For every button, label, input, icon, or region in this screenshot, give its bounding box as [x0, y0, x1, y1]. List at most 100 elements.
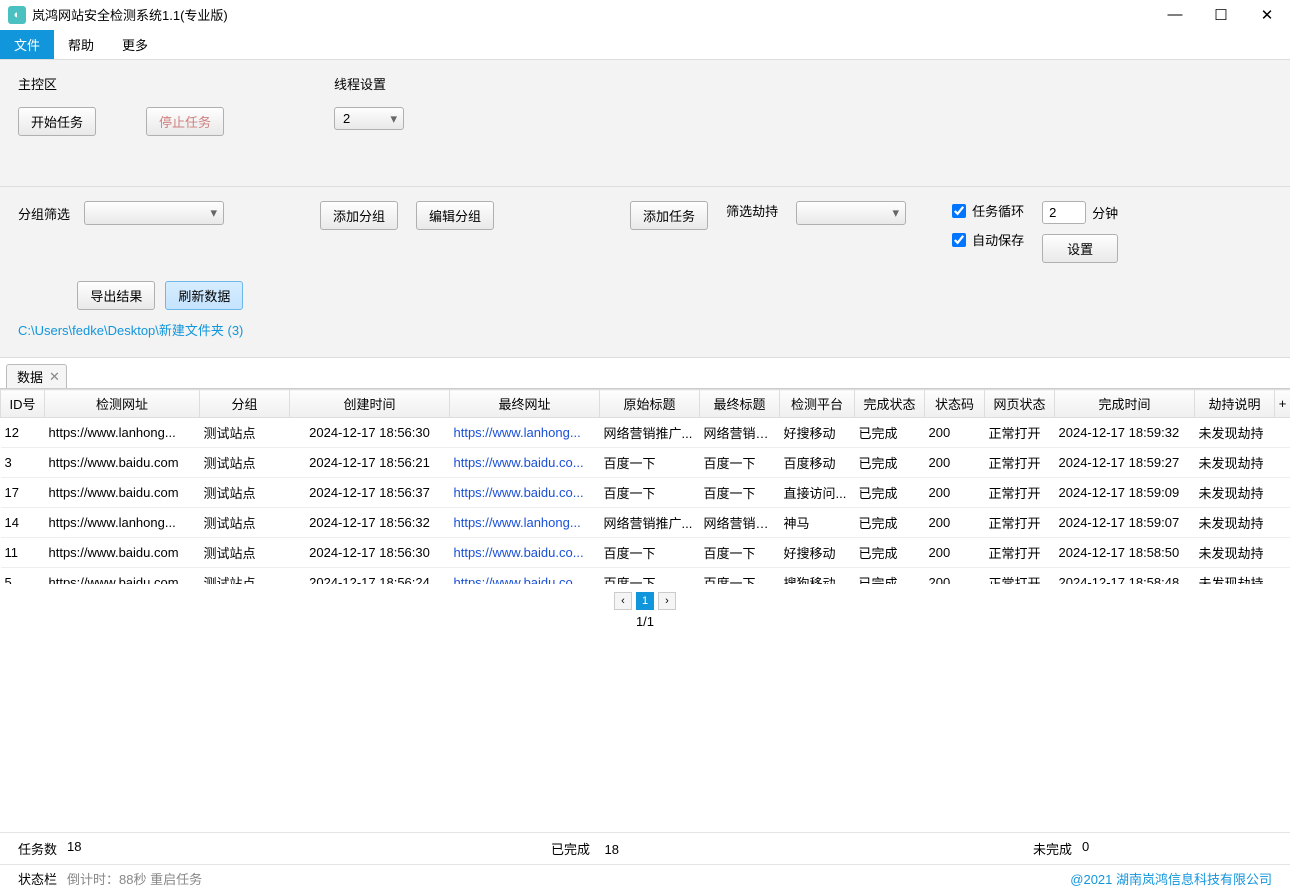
- cell: 测试站点: [200, 418, 290, 448]
- tab-data[interactable]: 数据 ✕: [6, 364, 67, 388]
- table-row[interactable]: 12https://www.lanhong...测试站点2024-12-17 1…: [1, 418, 1290, 448]
- cell: 网络营销推广...: [700, 508, 780, 538]
- col-header[interactable]: 创建时间: [290, 390, 450, 418]
- pager-prev-button[interactable]: ‹: [614, 592, 632, 610]
- cell: 3: [1, 448, 45, 478]
- cell: https://www.lanhong...: [45, 508, 200, 538]
- add-group-button[interactable]: 添加分组: [320, 201, 398, 230]
- cell: https://www.baidu.co...: [450, 538, 600, 568]
- cell: 2024-12-17 18:59:07: [1055, 508, 1195, 538]
- toolbar-main: 主控区 开始任务 停止任务 线程设置 2: [0, 60, 1290, 187]
- app-logo-icon: ◐: [8, 6, 26, 24]
- statusbar-label: 状态栏: [18, 869, 57, 888]
- col-header[interactable]: 完成状态: [855, 390, 925, 418]
- group-filter-label: 分组筛选: [18, 204, 70, 223]
- cell: 测试站点: [200, 538, 290, 568]
- cell: 2024-12-17 18:56:21: [290, 448, 450, 478]
- cell: 未发现劫持: [1195, 478, 1275, 508]
- cell: 200: [925, 448, 985, 478]
- col-header[interactable]: 检测网址: [45, 390, 200, 418]
- pending-count: 0: [1082, 839, 1112, 858]
- start-task-button[interactable]: 开始任务: [18, 107, 96, 136]
- col-header[interactable]: 状态码: [925, 390, 985, 418]
- col-header[interactable]: ID号: [1, 390, 45, 418]
- close-button[interactable]: ✕: [1244, 0, 1290, 30]
- cell: 2024-12-17 18:59:09: [1055, 478, 1195, 508]
- pager-page-1[interactable]: 1: [636, 592, 654, 610]
- cell: 正常打开: [985, 478, 1055, 508]
- cell: 200: [925, 538, 985, 568]
- menu-more[interactable]: 更多: [108, 30, 162, 59]
- table-row[interactable]: 17https://www.baidu.com测试站点2024-12-17 18…: [1, 478, 1290, 508]
- toolbar-filters: 分组筛选 添加分组 编辑分组 添加任务 筛选劫持 任务循环 自动保存 分钟 设置…: [0, 187, 1290, 358]
- cell: https://www.lanhong...: [450, 418, 600, 448]
- maximize-button[interactable]: ☐: [1198, 0, 1244, 30]
- status-summary: 任务数18 已完成 18 未完成0: [0, 832, 1290, 864]
- cell: 正常打开: [985, 568, 1055, 585]
- col-header[interactable]: 完成时间: [1055, 390, 1195, 418]
- main-control-label: 主控区: [18, 74, 224, 93]
- task-loop-checkbox[interactable]: 任务循环: [952, 201, 1024, 220]
- pager-next-button[interactable]: ›: [658, 592, 676, 610]
- table-row[interactable]: 11https://www.baidu.com测试站点2024-12-17 18…: [1, 538, 1290, 568]
- cell: 未发现劫持: [1195, 538, 1275, 568]
- table-row[interactable]: 14https://www.lanhong...测试站点2024-12-17 1…: [1, 508, 1290, 538]
- cell: 已完成: [855, 538, 925, 568]
- cell: 百度一下: [700, 568, 780, 585]
- done-count: 18: [605, 842, 619, 857]
- cell: https://www.baidu.com: [45, 478, 200, 508]
- col-header[interactable]: 原始标题: [600, 390, 700, 418]
- col-header[interactable]: 分组: [200, 390, 290, 418]
- add-task-button[interactable]: 添加任务: [630, 201, 708, 230]
- save-path-link[interactable]: C:\Users\fedke\Desktop\新建文件夹 (3): [18, 320, 243, 339]
- col-header[interactable]: 网页状态: [985, 390, 1055, 418]
- cell: 正常打开: [985, 418, 1055, 448]
- add-column-button[interactable]: +: [1275, 390, 1290, 418]
- col-header[interactable]: 检测平台: [780, 390, 855, 418]
- refresh-data-button[interactable]: 刷新数据: [165, 281, 243, 310]
- cell: 2024-12-17 18:56:32: [290, 508, 450, 538]
- menu-help[interactable]: 帮助: [54, 30, 108, 59]
- titlebar: ◐ 岚鸿网站安全检测系统1.1(专业版) — ☐ ✕: [0, 0, 1290, 30]
- data-grid[interactable]: ID号检测网址分组创建时间最终网址原始标题最终标题检测平台完成状态状态码网页状态…: [0, 389, 1290, 584]
- cell: 2024-12-17 18:56:24: [290, 568, 450, 585]
- countdown-text: 倒计时：88秒 重启任务: [67, 869, 202, 888]
- thread-count-select[interactable]: 2: [334, 107, 404, 130]
- autosave-checkbox[interactable]: 自动保存: [952, 230, 1024, 249]
- thread-settings-label: 线程设置: [334, 74, 404, 93]
- cell: 11: [1, 538, 45, 568]
- settings-button[interactable]: 设置: [1042, 234, 1118, 263]
- cell: 已完成: [855, 448, 925, 478]
- cell: 百度一下: [600, 538, 700, 568]
- cell: 百度一下: [600, 478, 700, 508]
- cell: 百度移动: [780, 448, 855, 478]
- minimize-button[interactable]: —: [1152, 0, 1198, 30]
- cell: 已完成: [855, 478, 925, 508]
- table-row[interactable]: 3https://www.baidu.com测试站点2024-12-17 18:…: [1, 448, 1290, 478]
- table-row[interactable]: 5https://www.baidu.com测试站点2024-12-17 18:…: [1, 568, 1290, 585]
- group-filter-select[interactable]: [84, 201, 224, 225]
- cell: 测试站点: [200, 478, 290, 508]
- copyright-link[interactable]: @2021 湖南岚鸿信息科技有限公司: [1070, 869, 1272, 888]
- cell: 200: [925, 508, 985, 538]
- cell: https://www.baidu.com: [45, 538, 200, 568]
- done-label: 已完成: [551, 842, 590, 857]
- menubar: 文件 帮助 更多: [0, 30, 1290, 60]
- cell: 神马: [780, 508, 855, 538]
- cell: 正常打开: [985, 508, 1055, 538]
- stop-task-button[interactable]: 停止任务: [146, 107, 224, 136]
- col-header[interactable]: 最终标题: [700, 390, 780, 418]
- col-header[interactable]: 劫持说明: [1195, 390, 1275, 418]
- menu-file[interactable]: 文件: [0, 30, 54, 59]
- edit-group-button[interactable]: 编辑分组: [416, 201, 494, 230]
- tab-close-icon[interactable]: ✕: [49, 369, 60, 385]
- col-header[interactable]: 最终网址: [450, 390, 600, 418]
- loop-interval-input[interactable]: [1042, 201, 1086, 224]
- cell: 2024-12-17 18:59:27: [1055, 448, 1195, 478]
- cell: https://www.baidu.co...: [450, 568, 600, 585]
- loop-unit-label: 分钟: [1092, 203, 1118, 222]
- cell: 测试站点: [200, 508, 290, 538]
- filter-hijack-select[interactable]: [796, 201, 906, 225]
- cell: 未发现劫持: [1195, 508, 1275, 538]
- export-results-button[interactable]: 导出结果: [77, 281, 155, 310]
